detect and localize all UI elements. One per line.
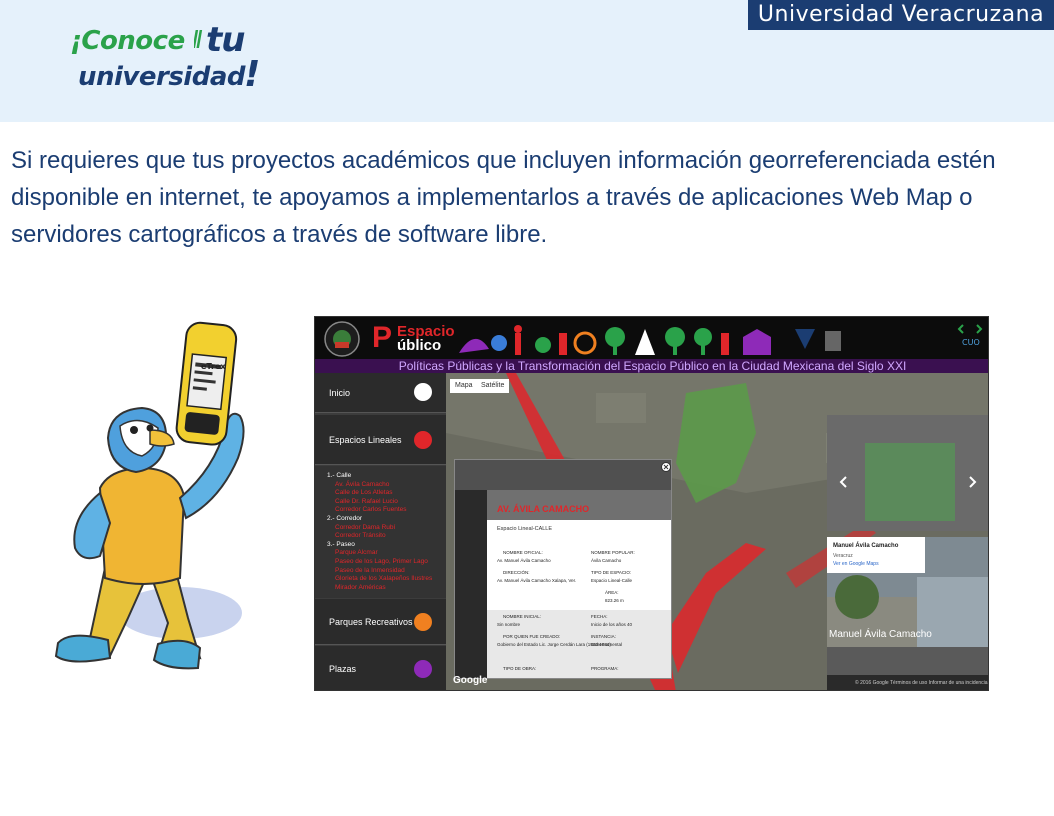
- header-band: Universidad Veracruzana ¡Conoce tu unive…: [0, 0, 1054, 122]
- field-label: NOMBRE POPULAR:: [591, 550, 635, 555]
- field-value: 823.26 m: [605, 598, 624, 603]
- tab-map[interactable]: Mapa: [450, 379, 478, 393]
- field-label: ÁREA:: [605, 590, 619, 595]
- submenu-group: 2.- Corredor: [327, 515, 363, 522]
- sidebar-item-label: Espacios Lineales: [329, 435, 402, 445]
- street-view-panel[interactable]: Manuel Ávila Camacho Veracruz Ver en Goo…: [827, 537, 988, 690]
- app-banner: P Espacio úblico CUO Políticas Públicas …: [315, 317, 988, 373]
- field-value: Av. Manuel Ávila Camacho Xalapa, Ver.: [497, 578, 577, 583]
- submenu-item[interactable]: Paseo de la Inmensidad: [335, 567, 405, 574]
- field-label: POR QUIEN FUE CREADO:: [503, 634, 561, 639]
- road-icon: [414, 431, 432, 449]
- street-footer: © 2016 Google Términos de uso Informar d…: [827, 675, 988, 690]
- chevron-left-icon[interactable]: [837, 475, 851, 489]
- street-info-card: Manuel Ávila Camacho Veracruz Ver en Goo…: [827, 537, 925, 573]
- submenu-item[interactable]: Corredor Carlos Fuentes: [335, 506, 407, 513]
- field-value: Av. Manuel Ávila Camacho: [497, 558, 551, 563]
- info-popup: AV. ÁVILA CAMACHO Espacio Lineal-CALLE N…: [454, 459, 672, 679]
- sidebar-item-espacios-lineales[interactable]: Espacios Lineales: [315, 415, 446, 465]
- field-label: NOMBRE OFICIAL:: [503, 550, 543, 555]
- public-space-icons: [459, 325, 841, 355]
- submenu-item[interactable]: Corredor Tránsito: [335, 532, 386, 539]
- submenu-group: 3.- Paseo: [327, 540, 355, 548]
- logo-line-1: ¡Conoce: [70, 26, 185, 56]
- submenu-group: 1.- Calle: [327, 472, 352, 479]
- popup-header-bar: [455, 460, 671, 490]
- gallery-photo: [865, 443, 955, 521]
- field-value: Ávila Camacho: [591, 558, 622, 563]
- popup-sidebar: [455, 490, 487, 678]
- app-subtitle: Políticas Públicas y la Transformación d…: [315, 359, 988, 373]
- sidebar-item-label: Plazas: [329, 664, 357, 674]
- brand-line-2: úblico: [397, 337, 442, 354]
- field-value: Inicio de los años 40: [591, 622, 633, 627]
- project-logo-icon: [324, 321, 360, 357]
- plaza-icon: [414, 660, 432, 678]
- sidebar-item-label: Parques Recreativos: [329, 617, 413, 627]
- google-maps-link[interactable]: Ver en Google Maps: [833, 561, 879, 567]
- field-label: DIRECCIÓN:: [503, 570, 530, 575]
- sidebar-item-label: Inicio: [329, 388, 351, 398]
- intro-paragraph: Si requieres que tus proyectos académico…: [11, 147, 996, 248]
- espacios-lineales-submenu: 1.- Calle Av. Ávila Camacho Calle de Los A…: [315, 466, 446, 598]
- field-value: Sin nombre: [497, 622, 521, 627]
- field-label: FECHA:: [591, 614, 608, 619]
- home-icon: [414, 383, 432, 401]
- web-map-app-screenshot: P Espacio úblico CUO Políticas Públicas …: [314, 316, 989, 691]
- submenu-item[interactable]: Av. Ávila Camacho: [335, 481, 389, 488]
- photo-gallery[interactable]: [827, 415, 988, 531]
- sidebar-item-plazas[interactable]: Plazas: [315, 646, 446, 690]
- brand-p: P: [372, 321, 393, 354]
- submenu-item[interactable]: Calle de Los Atletas: [335, 489, 392, 496]
- submenu-item[interactable]: Mirador Américas: [335, 584, 386, 591]
- eagle-mascot-illustration: eTrex: [54, 321, 245, 670]
- submenu-item[interactable]: Parque Alcmar: [335, 549, 378, 556]
- tab-satellite[interactable]: Satélite: [476, 379, 510, 393]
- street-overlay-label: Manuel Ávila Camacho: [829, 629, 932, 640]
- logo-exclamation: !: [244, 54, 261, 95]
- street-city: Veracruz: [833, 553, 853, 559]
- google-logo: Google: [453, 675, 488, 686]
- popup-subtitle: Espacio Lineal-CALLE: [497, 526, 553, 532]
- submenu-item[interactable]: Glorieta de los Xalapeños Ilustres: [335, 575, 432, 582]
- university-name: Universidad Veracruzana: [748, 0, 1054, 30]
- cuo-label: CUO: [962, 338, 980, 347]
- street-name: Manuel Ávila Camacho: [833, 543, 899, 549]
- field-label: INSTANCIA:: [591, 634, 616, 639]
- park-icon: [414, 613, 432, 631]
- submenu-item[interactable]: Calle Dr. Rafael Lucio: [335, 498, 398, 505]
- submenu-item[interactable]: Paseo de los Lago, Primer Lago: [335, 558, 428, 565]
- sidebar-item-parques-recreativos[interactable]: Parques Recreativos: [315, 599, 446, 645]
- app-sidebar: Inicio Espacios Lineales 1.- Calle Av. Áv…: [315, 373, 446, 690]
- submenu-item[interactable]: Corredor Dama Rubí: [335, 524, 395, 531]
- field-label: TIPO DE OBRA:: [503, 666, 537, 671]
- close-icon[interactable]: [661, 462, 671, 472]
- field-label: PROGRAMA:: [591, 666, 619, 671]
- sidebar-item-inicio[interactable]: Inicio: [315, 373, 446, 413]
- field-label: TIPO DE ESPACIO:: [591, 570, 632, 575]
- logo-line-2: universidad: [78, 62, 246, 92]
- conoce-tu-universidad-logo: ¡Conoce tu universidad !: [70, 20, 270, 102]
- chevron-right-icon[interactable]: [965, 475, 979, 489]
- logo-tu: tu: [206, 20, 245, 60]
- cuo-logo-icon: CUO: [955, 321, 985, 349]
- popup-title: AV. ÁVILA CAMACHO: [497, 504, 590, 514]
- field-value: Espacio Lineal-Calle: [591, 578, 633, 583]
- field-value: Gubernamental: [591, 642, 623, 647]
- field-label: NOMBRE INICIAL:: [503, 614, 542, 619]
- device-brand: eTrex: [201, 362, 226, 371]
